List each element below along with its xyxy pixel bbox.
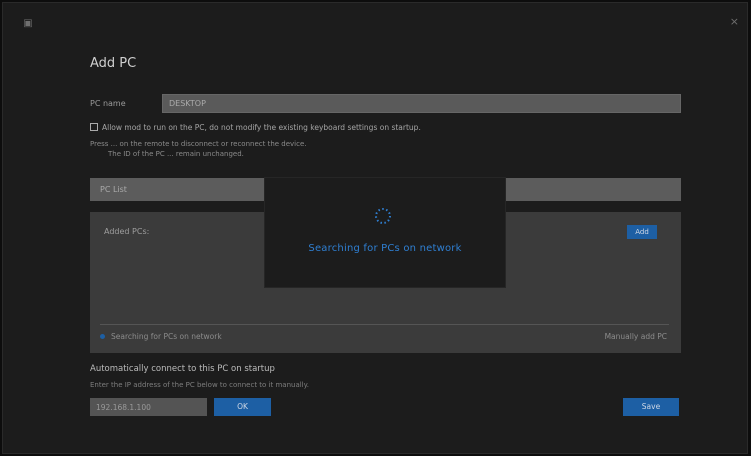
auto-connect-label: Automatically connect to this PC on star… [90,364,275,374]
allow-mod-checkbox-row[interactable]: Allow mod to run on the PC, do not modif… [90,123,690,133]
dialog-title: Add PC [90,56,137,71]
loading-status-text: Searching for PCs on network [308,243,462,254]
pc-name-label: PC name [90,99,126,108]
divider [100,324,669,325]
note-line: The ID of the PC ... remain unchanged. [108,150,244,158]
searching-status-label: Searching for PCs on network [111,332,222,341]
ok-button[interactable]: OK [214,398,271,416]
loading-overlay: Searching for PCs on network [265,178,505,287]
note-line: Press ... on the remote to disconnect or… [90,140,307,148]
manual-ip-note: Enter the IP address of the PC below to … [90,381,309,389]
add-pc-button[interactable]: Add [627,225,657,239]
note-text: Press ... on the remote to disconnect or… [90,139,610,159]
pc-name-row: PC name DESKTOP [90,94,681,113]
manual-add-link[interactable]: Manually add PC [605,332,667,341]
searching-status: Searching for PCs on network [100,332,222,341]
pc-name-input[interactable]: DESKTOP [162,94,681,113]
loading-spinner-icon [375,208,391,224]
status-dot-icon [100,334,105,339]
checkbox-label: Allow mod to run on the PC, do not modif… [102,123,421,132]
app-icon: ▣ [23,17,33,29]
added-pcs-label: Added PCs: [104,227,150,236]
save-button[interactable]: Save [623,398,679,416]
close-icon[interactable]: × [730,15,739,28]
checkbox[interactable] [90,123,98,131]
dialog-window: ▣ × Add PC PC name DESKTOP Allow mod to … [2,2,748,454]
ip-address-input[interactable]: 192.168.1.100 [90,398,207,416]
